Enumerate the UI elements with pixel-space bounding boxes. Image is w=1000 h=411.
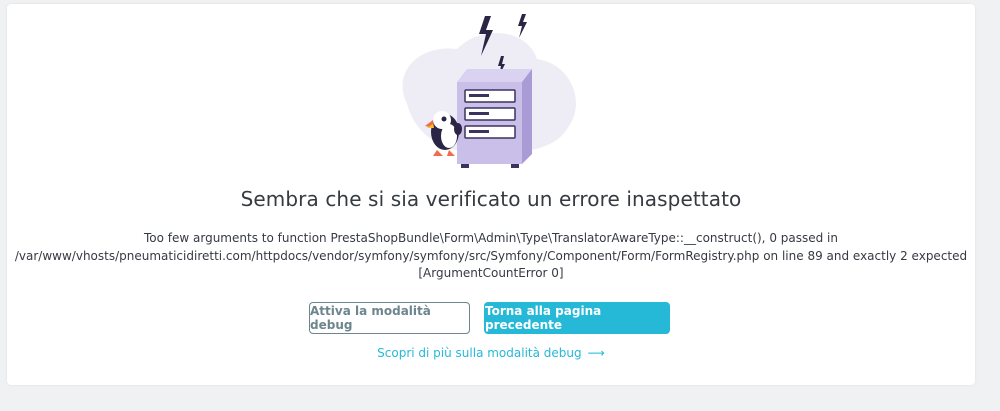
error-message-line: Too few arguments to function PrestaShop…	[143, 231, 838, 245]
server-puffin-icon	[402, 14, 576, 168]
error-card: Sembra che si sia verificato un errore i…	[7, 4, 975, 385]
server-error-illustration	[387, 4, 587, 174]
error-message-line: /var/www/vhosts/pneumaticidiretti.com/ht…	[14, 248, 968, 263]
back-to-previous-page-button[interactable]: Torna alla pagina precedente	[484, 302, 670, 334]
error-message: Too few arguments to function PrestaShop…	[7, 230, 975, 283]
arrow-right-icon: ⟶	[587, 346, 605, 360]
learn-more-debug-label[interactable]: Scopri di più sulla modalità debug	[377, 346, 581, 360]
enable-debug-mode-button[interactable]: Attiva la modalità debug	[309, 302, 470, 334]
error-title: Sembra che si sia verificato un errore i…	[240, 187, 742, 211]
error-message-line: [ArgumentCountError 0]	[418, 266, 564, 280]
learn-more-debug-link[interactable]: Scopri di più sulla modalità debug ⟶	[7, 346, 975, 360]
